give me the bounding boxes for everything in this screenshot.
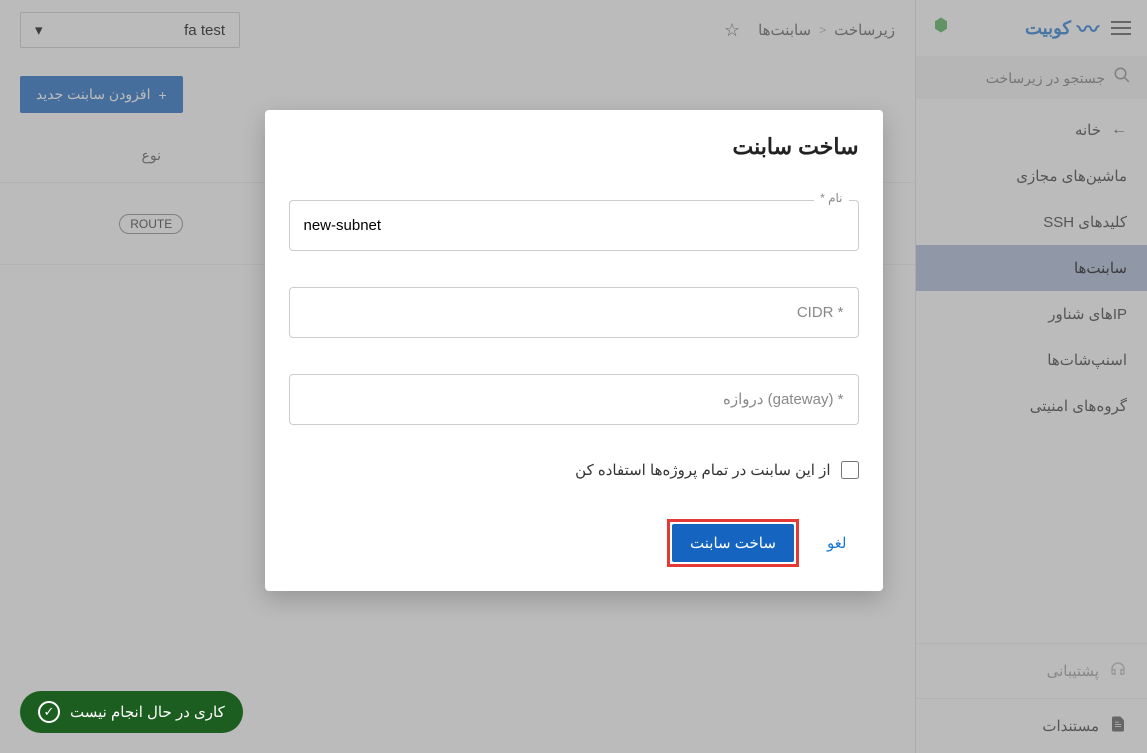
- status-toast: کاری در حال انجام نیست ✓: [20, 691, 243, 733]
- dialog-title: ساخت سابنت: [289, 134, 859, 160]
- create-subnet-dialog: ساخت سابنت نام * از این سابنت در تمام پر…: [265, 110, 883, 591]
- gateway-input[interactable]: [289, 374, 859, 425]
- cidr-input[interactable]: [289, 287, 859, 338]
- name-label: نام *: [814, 191, 848, 205]
- share-checkbox-row[interactable]: از این سابنت در تمام پروژه‌ها استفاده کن: [289, 461, 859, 479]
- name-field: نام *: [289, 200, 859, 251]
- cidr-field: [289, 287, 859, 338]
- toast-text: کاری در حال انجام نیست: [70, 703, 225, 721]
- checkmark-icon: ✓: [38, 701, 60, 723]
- submit-button[interactable]: ساخت سابنت: [672, 524, 794, 562]
- cancel-button[interactable]: لغو: [815, 524, 859, 562]
- modal-overlay[interactable]: ساخت سابنت نام * از این سابنت در تمام پر…: [0, 0, 1147, 753]
- highlight-annotation: ساخت سابنت: [667, 519, 799, 567]
- share-checkbox-label: از این سابنت در تمام پروژه‌ها استفاده کن: [575, 461, 830, 479]
- share-checkbox[interactable]: [841, 461, 859, 479]
- gateway-field: [289, 374, 859, 425]
- name-input[interactable]: [289, 200, 859, 251]
